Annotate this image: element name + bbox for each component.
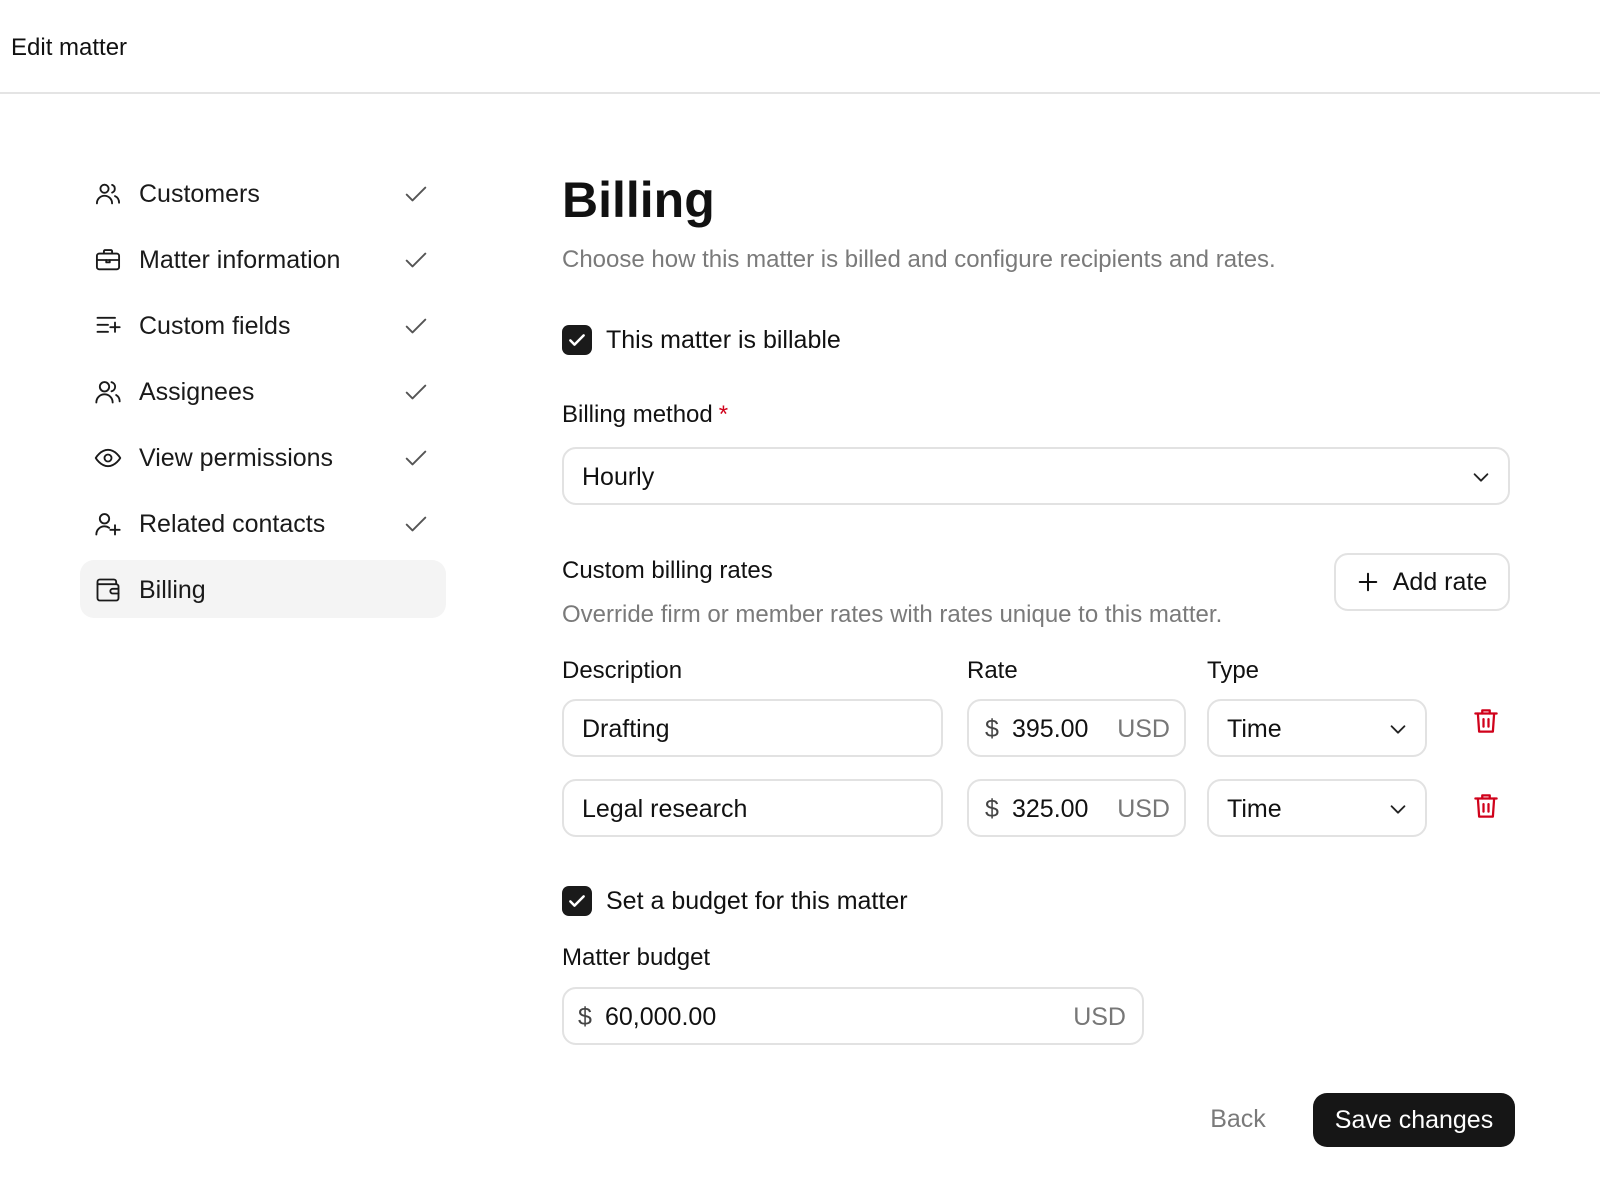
rate-amount-value: 395.00 — [1012, 715, 1089, 743]
chevron-down-icon — [1387, 718, 1409, 740]
check-icon — [402, 312, 430, 340]
check-icon — [402, 180, 430, 208]
eye-icon — [94, 444, 122, 472]
sidebar-item-label: Customers — [139, 180, 260, 208]
sidebar-item-label: Custom fields — [139, 312, 291, 340]
column-header-description: Description — [562, 657, 683, 684]
billable-checkbox[interactable] — [562, 325, 592, 355]
sidebar-item-custom-fields[interactable]: Custom fields — [80, 296, 446, 354]
budget-checkbox-label: Set a budget for this matter — [606, 887, 908, 915]
sidebar-item-matter-information[interactable]: Matter information — [80, 230, 446, 288]
user-plus-icon — [94, 510, 122, 538]
billing-method-label: Billing method * — [562, 400, 728, 430]
custom-rates-subtitle: Override firm or member rates with rates… — [562, 601, 1223, 628]
sidebar-item-related-contacts[interactable]: Related contacts — [80, 494, 446, 552]
add-rate-button[interactable]: Add rate — [1334, 553, 1510, 611]
check-icon — [402, 510, 430, 538]
check-icon — [402, 444, 430, 472]
trash-icon[interactable] — [1471, 705, 1501, 737]
check-icon — [402, 246, 430, 274]
user-group-icon — [94, 378, 122, 406]
back-button[interactable]: Back — [1198, 1092, 1278, 1146]
currency-symbol: $ — [578, 1003, 592, 1031]
rate-description-input[interactable]: Legal research — [562, 779, 943, 837]
add-rate-label: Add rate — [1392, 567, 1488, 596]
sidebar-item-billing[interactable]: Billing — [80, 560, 446, 618]
page-title: Billing — [562, 172, 715, 228]
users-icon — [94, 180, 122, 208]
wallet-icon — [94, 576, 122, 604]
sidebar-item-customers[interactable]: Customers — [80, 164, 446, 222]
budget-checkbox-row[interactable]: Set a budget for this matter — [562, 886, 908, 916]
billing-method-value: Hourly — [582, 463, 655, 491]
currency-symbol: $ — [985, 715, 999, 743]
rate-type-select[interactable]: Time — [1207, 779, 1427, 837]
currency-symbol: $ — [985, 795, 999, 823]
billing-form: Billing Choose how this matter is billed… — [562, 0, 1518, 1182]
rate-amount-input[interactable]: $ 395.00 USD — [967, 699, 1186, 757]
matter-budget-label: Matter budget — [562, 944, 711, 971]
rate-type-value: Time — [1227, 715, 1282, 743]
check-icon — [569, 895, 585, 907]
check-icon — [569, 334, 585, 346]
rate-description-value: Drafting — [582, 715, 670, 743]
billing-method-label-text: Billing method — [562, 401, 713, 428]
sidebar-item-view-permissions[interactable]: View permissions — [80, 428, 446, 486]
rate-amount-input[interactable]: $ 325.00 USD — [967, 779, 1186, 837]
plus-icon — [1357, 571, 1379, 593]
required-indicator: * — [718, 401, 729, 428]
briefcase-icon — [94, 246, 122, 274]
billing-method-select[interactable]: Hourly — [562, 447, 1510, 505]
save-changes-button[interactable]: Save changes — [1313, 1093, 1515, 1147]
budget-checkbox[interactable] — [562, 886, 592, 916]
rate-type-value: Time — [1227, 795, 1282, 823]
matter-budget-value: 60,000.00 — [605, 1003, 717, 1031]
billable-label: This matter is billable — [606, 326, 841, 354]
sidebar-item-label: Assignees — [139, 378, 255, 406]
sidebar-item-label: View permissions — [139, 444, 334, 472]
rate-amount-value: 325.00 — [1012, 795, 1089, 823]
currency-code: USD — [1117, 795, 1170, 823]
billable-checkbox-row[interactable]: This matter is billable — [562, 325, 841, 355]
step-navigation: Customers Matter information Custom fiel… — [80, 164, 446, 626]
rate-type-select[interactable]: Time — [1207, 699, 1427, 757]
sidebar-item-label: Matter information — [139, 246, 341, 274]
page-header-title: Edit matter — [11, 34, 128, 61]
currency-code: USD — [1073, 1003, 1126, 1031]
currency-code: USD — [1117, 715, 1170, 743]
trash-icon[interactable] — [1471, 790, 1501, 822]
rate-description-value: Legal research — [582, 795, 748, 823]
chevron-down-icon — [1470, 466, 1492, 488]
sidebar-item-assignees[interactable]: Assignees — [80, 362, 446, 420]
column-header-rate: Rate — [967, 657, 1018, 684]
chevron-down-icon — [1387, 798, 1409, 820]
sidebar-item-label: Related contacts — [139, 510, 326, 538]
check-icon — [402, 378, 430, 406]
sidebar-item-label: Billing — [139, 576, 206, 604]
custom-rates-title: Custom billing rates — [562, 557, 773, 584]
list-plus-icon — [94, 312, 122, 340]
matter-budget-input[interactable]: $ 60,000.00 USD — [562, 987, 1144, 1045]
page-subtitle: Choose how this matter is billed and con… — [562, 246, 1276, 273]
column-header-type: Type — [1207, 657, 1260, 684]
rate-description-input[interactable]: Drafting — [562, 699, 943, 757]
